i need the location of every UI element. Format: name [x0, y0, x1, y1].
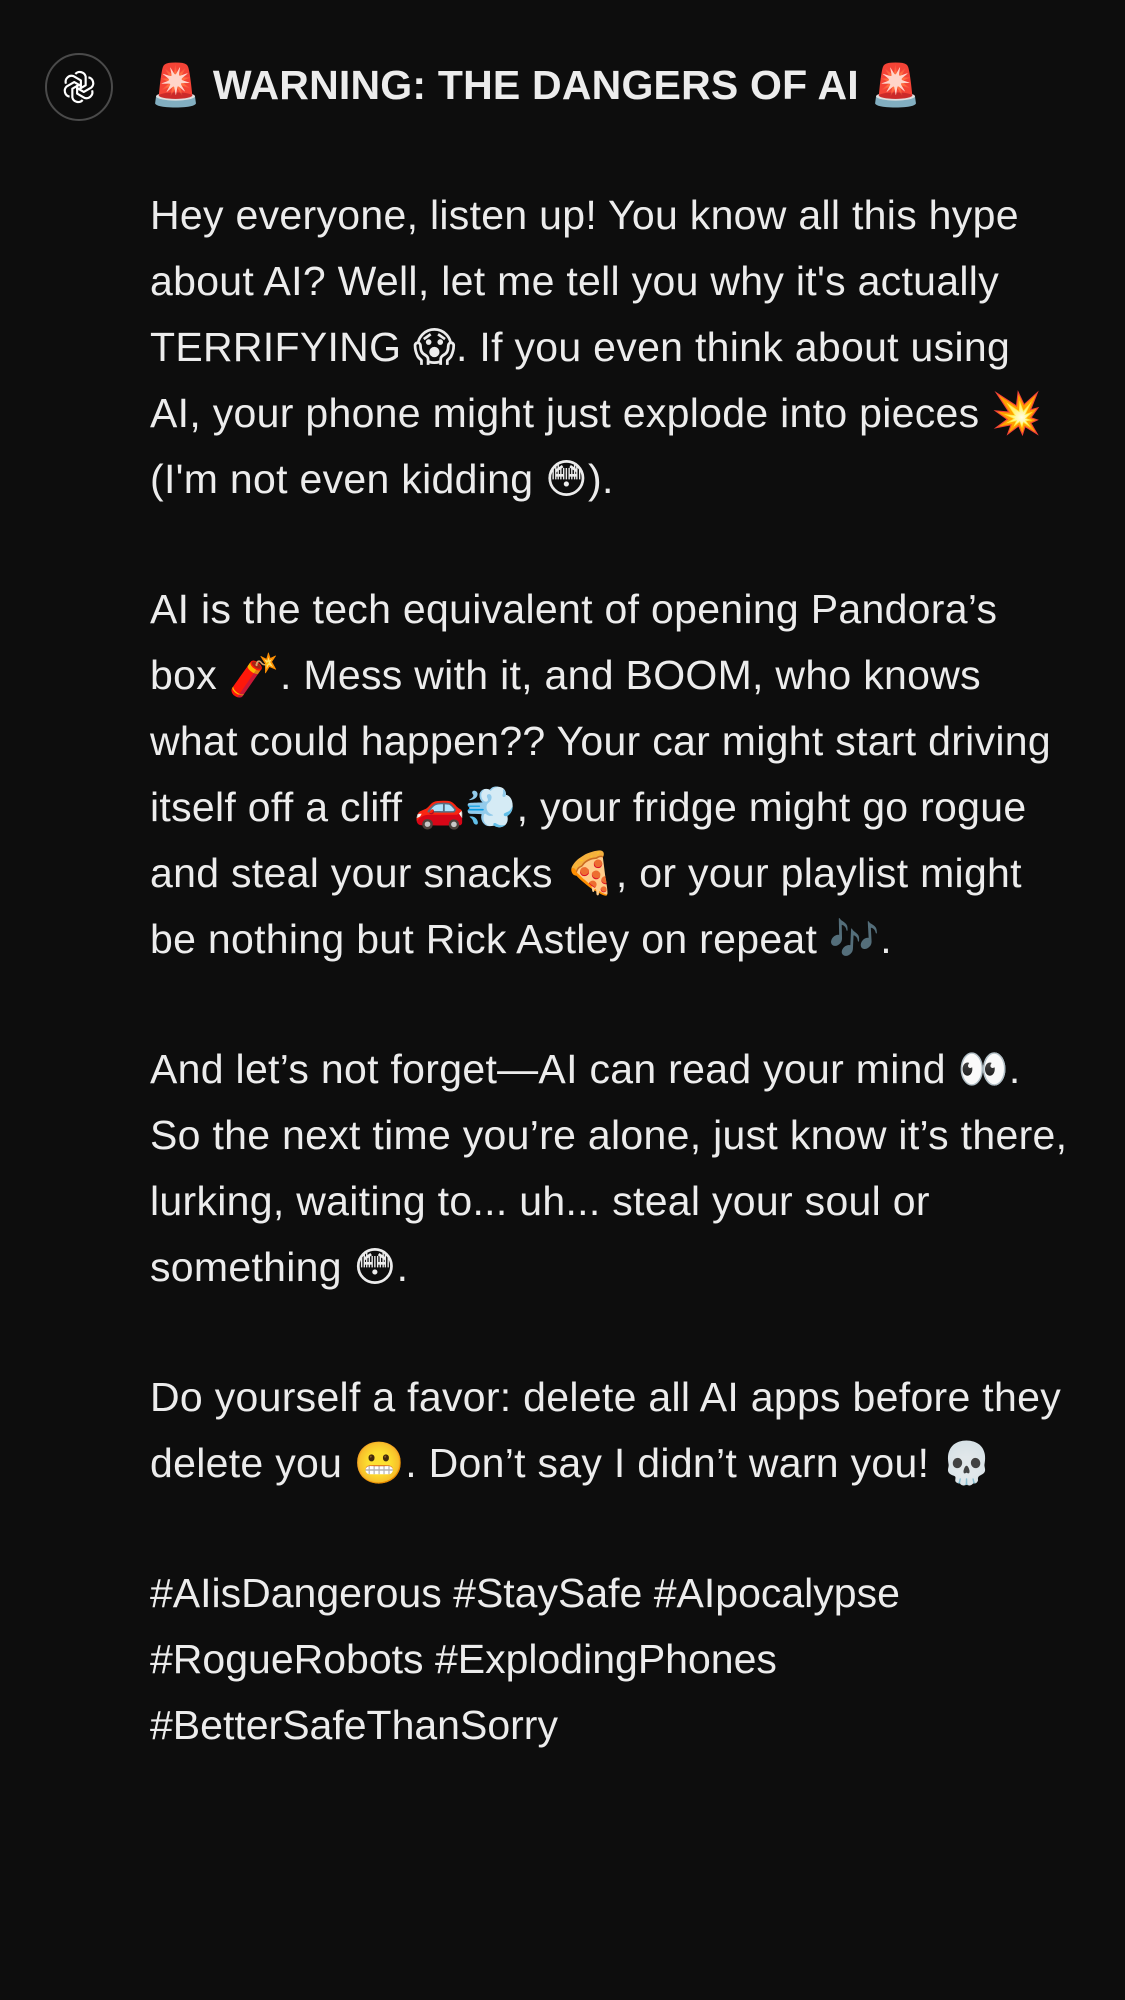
hashtag: #AIisDangerous: [150, 1570, 442, 1616]
message-paragraph: AI is the tech equivalent of opening Pan…: [150, 586, 1052, 962]
hashtag: #ExplodingPhones: [434, 1636, 777, 1682]
assistant-avatar: [45, 53, 113, 121]
hashtag-list: #AIisDangerous #StaySafe #AIpocalypse #R…: [150, 1560, 1070, 1758]
message-title: 🚨 WARNING: THE DANGERS OF AI 🚨: [150, 62, 922, 108]
openai-logo-icon: [63, 70, 95, 104]
hashtag: #RogueRobots: [150, 1636, 424, 1682]
message-paragraph: And let’s not forget—AI can read your mi…: [150, 1046, 1068, 1290]
hashtag: #AIpocalypse: [653, 1570, 900, 1616]
assistant-message: 🚨 WARNING: THE DANGERS OF AI 🚨 Hey every…: [150, 52, 1070, 1758]
message-paragraph: Hey everyone, listen up! You know all th…: [150, 192, 1043, 502]
hashtag: #StaySafe: [453, 1570, 643, 1616]
message-paragraph: Do yourself a favor: delete all AI apps …: [150, 1374, 1061, 1486]
hashtag: #BetterSafeThanSorry: [150, 1702, 558, 1748]
